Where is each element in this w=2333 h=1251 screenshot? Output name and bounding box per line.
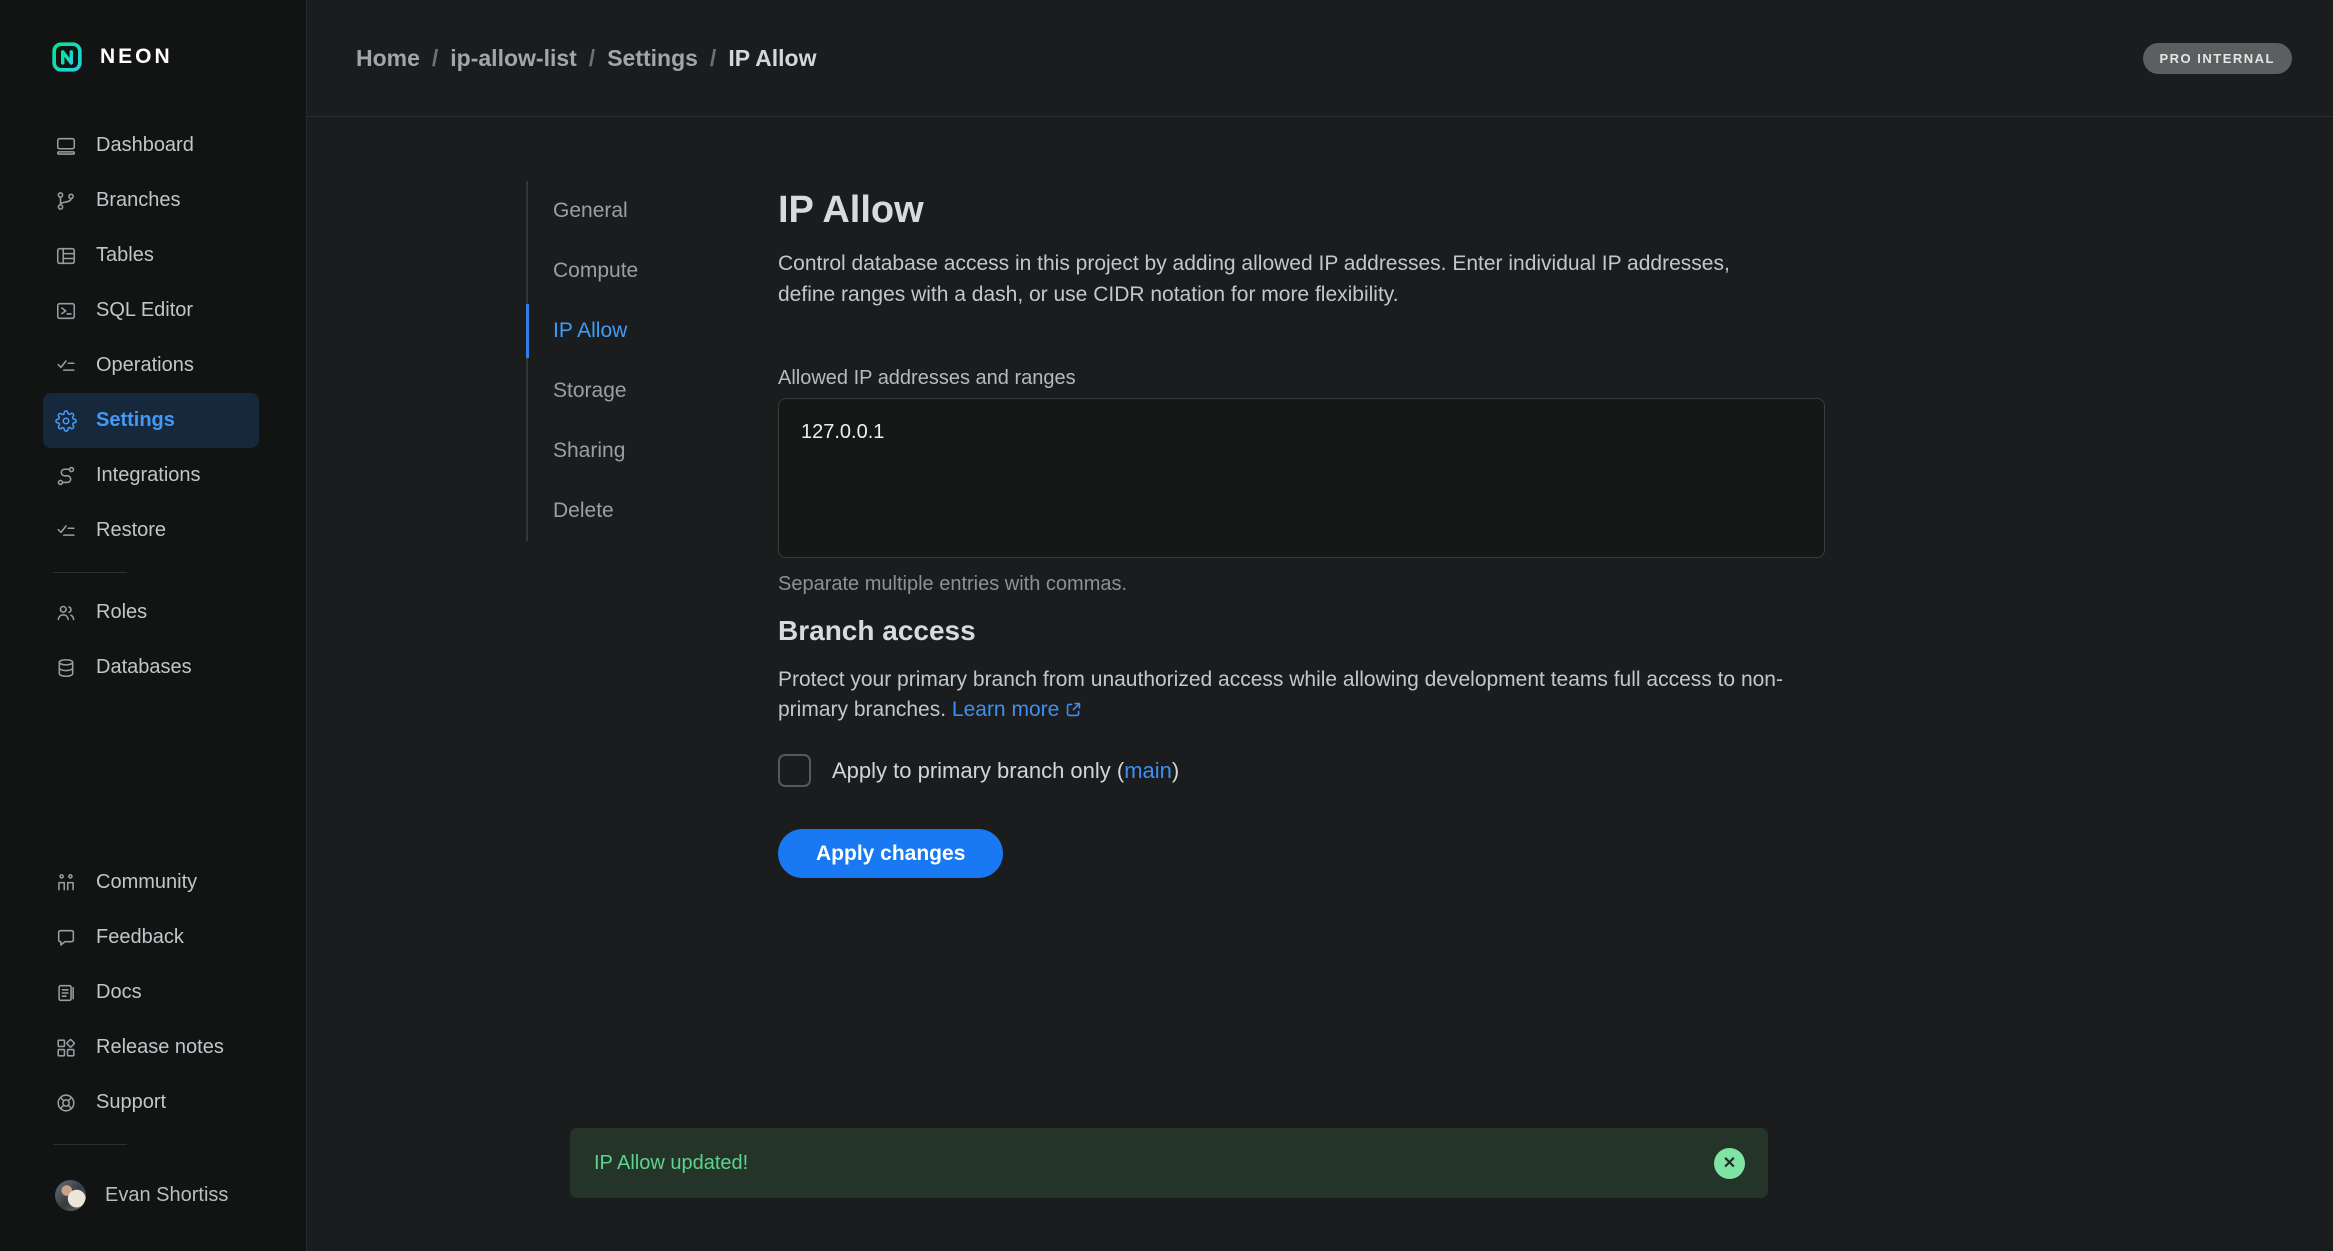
sidebar-item-label: Settings [96, 409, 175, 432]
sidebar-item-dashboard[interactable]: Dashboard [43, 118, 259, 173]
toast-message: IP Allow updated! [594, 1152, 748, 1175]
sidebar-item-label: Tables [96, 244, 154, 267]
toast-close-button[interactable]: ✕ [1714, 1148, 1745, 1179]
breadcrumb-separator: / [710, 45, 716, 72]
breadcrumb-separator: / [432, 45, 438, 72]
sidebar-item-docs[interactable]: Docs [43, 965, 259, 1020]
subnav-item-sharing[interactable]: Sharing [528, 421, 688, 481]
sidebar-item-label: Dashboard [96, 134, 194, 157]
sidebar-item-label: Support [96, 1091, 166, 1114]
sidebar-item-roles[interactable]: Roles [43, 585, 259, 640]
docs-icon [55, 982, 77, 1004]
main-content: General Compute IP Allow Storage Sharing… [307, 117, 2333, 1251]
success-toast: IP Allow updated! ✕ [570, 1128, 1768, 1198]
user-menu[interactable]: Evan Shortiss [43, 1168, 228, 1223]
main-branch-link[interactable]: main [1124, 758, 1172, 783]
plan-badge: PRO INTERNAL [2143, 43, 2293, 74]
sidebar-item-label: Restore [96, 519, 166, 542]
primary-branch-checkbox-row: Apply to primary branch only (main) [778, 754, 1179, 787]
subnav-item-ip-allow[interactable]: IP Allow [528, 301, 688, 361]
checkbox-label-prefix: Apply to primary branch only ( [832, 758, 1124, 783]
sidebar-item-sql-editor[interactable]: SQL Editor [43, 283, 259, 338]
primary-branch-checkbox-label: Apply to primary branch only (main) [832, 758, 1179, 784]
sidebar-item-label: Databases [96, 656, 192, 679]
sidebar-item-label: Community [96, 871, 197, 894]
sidebar-item-label: Release notes [96, 1036, 224, 1059]
branch-access-description-text: Protect your primary branch from unautho… [778, 668, 1783, 721]
breadcrumb-settings[interactable]: Settings [607, 45, 698, 72]
roles-icon [55, 602, 77, 624]
branch-access-description: Protect your primary branch from unautho… [778, 665, 1808, 725]
sidebar-item-settings[interactable]: Settings [43, 393, 259, 448]
subnav-item-general[interactable]: General [528, 181, 688, 241]
sidebar-main-nav: Dashboard Branches Tables SQL Editor Ope… [0, 118, 307, 558]
sidebar-item-restore[interactable]: Restore [43, 503, 259, 558]
learn-more-label: Learn more [952, 698, 1059, 721]
restore-icon [55, 520, 77, 542]
databases-icon [55, 657, 77, 679]
sql-editor-icon [55, 300, 77, 322]
primary-branch-checkbox[interactable] [778, 754, 811, 787]
sidebar-item-branches[interactable]: Branches [43, 173, 259, 228]
sidebar-item-operations[interactable]: Operations [43, 338, 259, 393]
sidebar-item-label: SQL Editor [96, 299, 193, 322]
breadcrumb: Home / ip-allow-list / Settings / IP All… [356, 45, 817, 72]
neon-logo[interactable]: NEON [52, 42, 173, 72]
sidebar: NEON Dashboard Branches Tables SQL Edito… [0, 0, 307, 1251]
learn-more-link[interactable]: Learn more [952, 698, 1082, 721]
subnav-item-storage[interactable]: Storage [528, 361, 688, 421]
sidebar-item-support[interactable]: Support [43, 1075, 259, 1130]
brand-wordmark: NEON [100, 45, 173, 69]
sidebar-item-label: Branches [96, 189, 181, 212]
user-name: Evan Shortiss [105, 1184, 228, 1207]
breadcrumb-home[interactable]: Home [356, 45, 420, 72]
page-title: IP Allow [778, 189, 924, 232]
apply-changes-button[interactable]: Apply changes [778, 829, 1003, 878]
subnav-item-compute[interactable]: Compute [528, 241, 688, 301]
ip-addresses-textarea[interactable]: 127.0.0.1 [778, 398, 1825, 558]
integrations-icon [55, 465, 77, 487]
sidebar-item-label: Integrations [96, 464, 201, 487]
operations-icon [55, 355, 77, 377]
sidebar-item-release-notes[interactable]: Release notes [43, 1020, 259, 1075]
page-description: Control database access in this project … [778, 248, 1786, 310]
sidebar-divider [53, 1144, 127, 1145]
subnav-item-delete[interactable]: Delete [528, 481, 688, 541]
dashboard-icon [55, 135, 77, 157]
settings-subnav: General Compute IP Allow Storage Sharing… [526, 181, 688, 541]
neon-logo-icon [52, 42, 82, 72]
app-header: Home / ip-allow-list / Settings / IP All… [307, 0, 2333, 117]
release-notes-icon [55, 1037, 77, 1059]
community-icon [55, 872, 77, 894]
avatar [55, 1180, 86, 1211]
sidebar-item-tables[interactable]: Tables [43, 228, 259, 283]
breadcrumb-separator: / [589, 45, 595, 72]
support-icon [55, 1092, 77, 1114]
sidebar-footer-nav: Community Feedback Docs Release notes Su… [0, 855, 307, 1130]
ip-field-helper: Separate multiple entries with commas. [778, 573, 1127, 596]
branch-access-title: Branch access [778, 615, 976, 647]
sidebar-item-label: Roles [96, 601, 147, 624]
checkbox-label-suffix: ) [1172, 758, 1179, 783]
branches-icon [55, 190, 77, 212]
ip-field-label: Allowed IP addresses and ranges [778, 367, 1076, 390]
sidebar-item-databases[interactable]: Databases [43, 640, 259, 695]
breadcrumb-project[interactable]: ip-allow-list [450, 45, 577, 72]
sidebar-divider [53, 572, 127, 573]
breadcrumb-current: IP Allow [728, 45, 816, 72]
sidebar-item-label: Feedback [96, 926, 184, 949]
tables-icon [55, 245, 77, 267]
sidebar-item-feedback[interactable]: Feedback [43, 910, 259, 965]
sidebar-secondary-nav: Roles Databases [0, 585, 307, 695]
close-icon: ✕ [1723, 1153, 1736, 1173]
settings-icon [55, 410, 77, 432]
sidebar-item-label: Docs [96, 981, 142, 1004]
external-link-icon [1065, 701, 1082, 718]
sidebar-item-community[interactable]: Community [43, 855, 259, 910]
sidebar-item-integrations[interactable]: Integrations [43, 448, 259, 503]
feedback-icon [55, 927, 77, 949]
sidebar-item-label: Operations [96, 354, 194, 377]
